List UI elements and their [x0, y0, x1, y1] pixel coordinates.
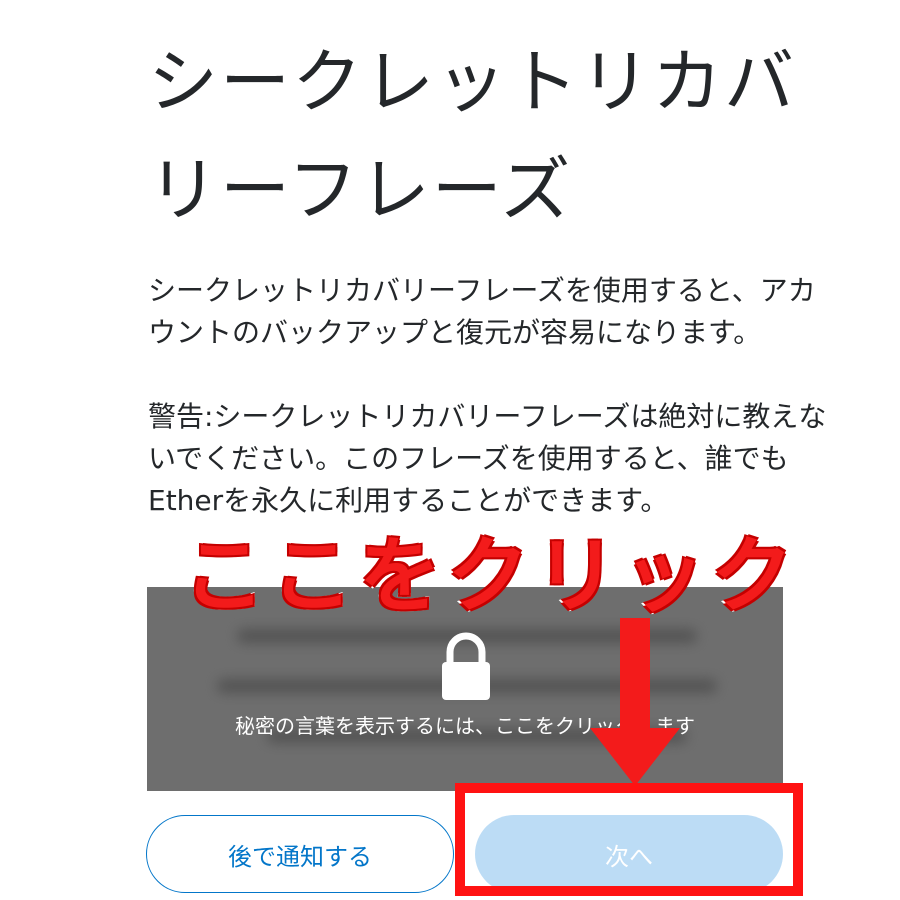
warning-line-2: いでください。このフレーズを使用すると、誰でも	[148, 442, 789, 475]
page-title: シークレットリカバ リーフレーズ	[148, 28, 848, 244]
description-text: シークレットリカバリーフレーズを使用すると、アカ ウントのバックアップと復元が容…	[148, 270, 848, 354]
lock-icon	[442, 632, 490, 700]
next-button-highlight	[455, 783, 803, 896]
description-line-2: ウントのバックアップと復元が容易になります。	[148, 316, 762, 349]
page-title-line-1: シークレットリカバ	[148, 41, 796, 123]
remind-later-button[interactable]: 後で通知する	[146, 815, 454, 893]
description-line-1: シークレットリカバリーフレーズを使用すると、アカ	[148, 274, 816, 307]
reveal-label: 秘密の言葉を表示するには、ここをクリックします	[235, 714, 695, 738]
warning-text: 警告:シークレットリカバリーフレーズは絶対に教えな いでください。このフレーズを…	[148, 396, 848, 522]
down-arrow-icon	[590, 618, 680, 786]
page-title-line-2: リーフレーズ	[148, 149, 573, 231]
warning-line-1: 警告:シークレットリカバリーフレーズは絶対に教えな	[148, 400, 827, 433]
click-here-callout: ここをクリック	[181, 527, 800, 626]
